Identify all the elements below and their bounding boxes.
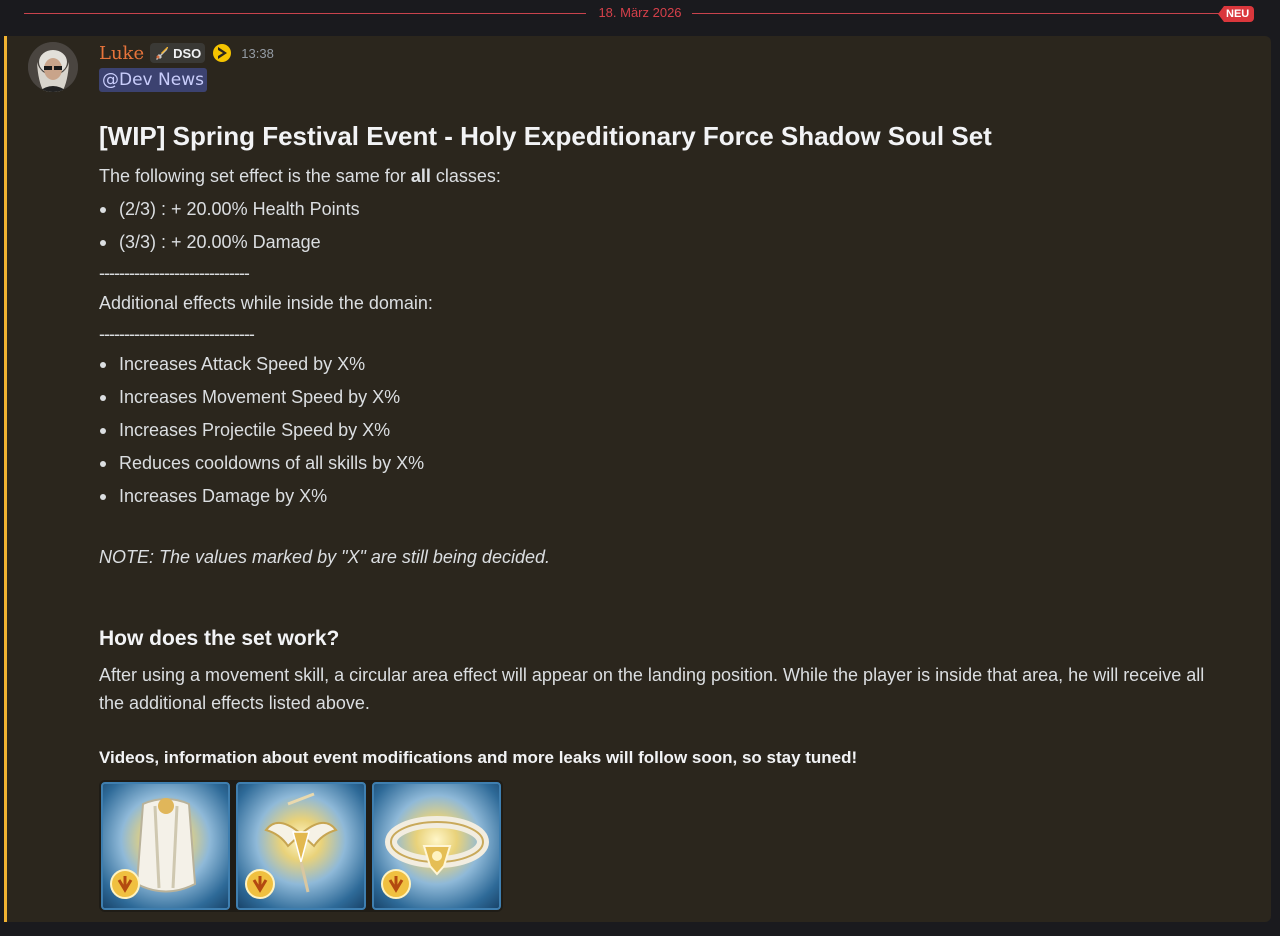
closing-text: Videos, information about event modifica… — [99, 748, 858, 767]
winged-amulet-item-icon[interactable] — [236, 782, 366, 910]
divider-line-right — [692, 13, 1222, 14]
section-heading: How does the set work? — [99, 627, 340, 650]
message-header: Luke DSO 13:38 — [99, 41, 274, 65]
message-title: [WIP] Spring Festival Event - Holy Exped… — [99, 121, 992, 151]
list-item: Reduces cooldowns of all skills by X% — [99, 447, 1219, 480]
message-timestamp[interactable]: 13:38 — [241, 46, 274, 61]
server-tag[interactable]: DSO — [150, 43, 206, 63]
list-item: (3/3) : + 20.00% Damage — [99, 226, 1219, 259]
separator-dashes: ------------------------------ — [99, 263, 250, 283]
new-messages-divider: 18. März 2026 NEU — [0, 0, 1280, 28]
role-mention[interactable]: @Dev News — [99, 68, 207, 92]
list-item: (2/3) : + 20.00% Health Points — [99, 193, 1219, 226]
new-badge: NEU — [1218, 6, 1255, 22]
separator-dashes: ------------------------------- — [99, 324, 255, 344]
list-item: Increases Attack Speed by X% — [99, 348, 1219, 381]
set-bonus-list: (2/3) : + 20.00% Health Points (3/3) : +… — [99, 193, 1219, 259]
how-it-works-text: After using a movement skill, a circular… — [99, 665, 1205, 713]
note-text: NOTE: The values marked by "X" are still… — [99, 547, 550, 567]
intro-text-after: classes: — [430, 166, 501, 186]
avatar[interactable] — [28, 42, 78, 92]
author-name[interactable]: Luke — [99, 43, 144, 64]
list-item: Increases Projectile Speed by X% — [99, 414, 1219, 447]
domain-heading: Additional effects while inside the doma… — [99, 293, 433, 313]
message-content: [WIP] Spring Festival Event - Holy Exped… — [99, 114, 1219, 774]
intro-line: The following set effect is the same for… — [99, 160, 1219, 193]
sword-icon — [156, 47, 169, 60]
intro-text-before: The following set effect is the same for — [99, 166, 411, 186]
list-item: Increases Movement Speed by X% — [99, 381, 1219, 414]
domain-effects-list: Increases Attack Speed by X% Increases M… — [99, 348, 1219, 513]
list-item: Increases Damage by X% — [99, 480, 1219, 513]
server-tag-label: DSO — [173, 45, 202, 61]
avatar-image — [28, 42, 78, 92]
chat-message: Luke DSO 13:38 @Dev News [WIP] Spring Fe… — [4, 36, 1271, 922]
image-attachments — [99, 780, 503, 912]
divider-date: 18. März 2026 — [598, 5, 682, 20]
belt-item-icon[interactable] — [371, 782, 501, 910]
intro-text-bold: all — [410, 166, 431, 186]
booster-badge-icon[interactable] — [211, 42, 233, 64]
cape-item-icon[interactable] — [101, 782, 231, 910]
divider-line-left — [24, 13, 586, 14]
